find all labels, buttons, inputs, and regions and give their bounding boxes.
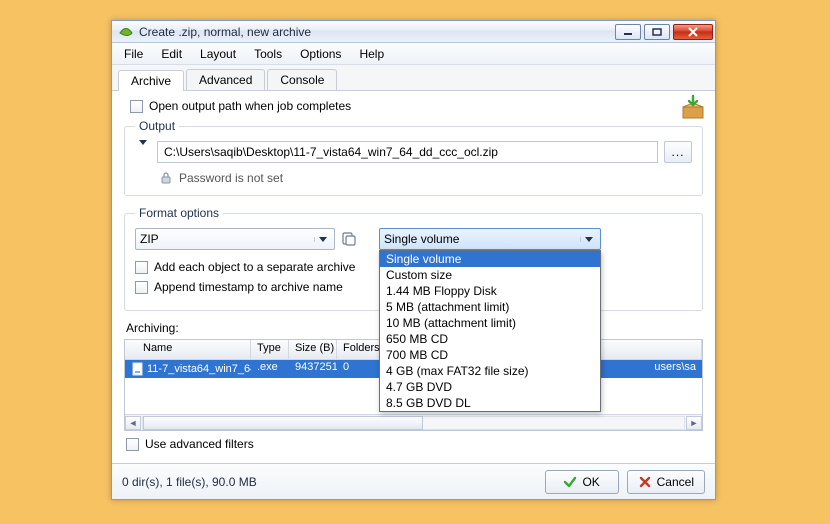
minimize-button[interactable]: [615, 24, 641, 40]
tabs: Archive Advanced Console: [112, 65, 715, 91]
volume-combo-dropdown-icon: [580, 237, 596, 242]
menubar: File Edit Layout Tools Options Help: [112, 43, 715, 65]
scroll-right-icon[interactable]: ►: [686, 416, 702, 430]
archive-icon: [679, 93, 707, 121]
tab-console[interactable]: Console: [267, 69, 337, 90]
adv-filters-checkbox[interactable]: [126, 438, 139, 451]
password-text: Password is not set: [179, 171, 283, 185]
volume-combo[interactable]: Single volume: [379, 228, 601, 250]
tab-archive[interactable]: Archive: [118, 70, 184, 91]
output-collapse-icon[interactable]: [135, 145, 151, 159]
output-legend: Output: [135, 119, 179, 133]
check-icon: [563, 475, 577, 489]
client-area: Open output path when job completes Outp…: [112, 91, 715, 463]
adv-filters-row[interactable]: Use advanced filters: [124, 437, 703, 451]
chk-append-ts-row[interactable]: Append timestamp to archive name: [135, 280, 365, 294]
format-info-icon[interactable]: [341, 231, 357, 247]
menu-layout[interactable]: Layout: [192, 45, 244, 63]
footer: 0 dir(s), 1 file(s), 90.0 MB OK Cancel: [112, 463, 715, 499]
adv-filters-label: Use advanced filters: [145, 437, 254, 451]
format-group: Format options ZIP: [124, 206, 703, 311]
volume-value: Single volume: [384, 232, 459, 246]
volume-option[interactable]: 700 MB CD: [380, 347, 600, 363]
volume-option[interactable]: 10 MB (attachment limit): [380, 315, 600, 331]
menu-edit[interactable]: Edit: [153, 45, 190, 63]
volume-option[interactable]: Single volume: [380, 251, 600, 267]
output-path-text: C:\Users\saqib\Desktop\11-7_vista64_win7…: [164, 145, 498, 159]
format-combo-dropdown-icon: [314, 237, 330, 242]
volume-option[interactable]: 1.44 MB Floppy Disk: [380, 283, 600, 299]
scroll-left-icon[interactable]: ◄: [125, 416, 141, 430]
browse-button[interactable]: ...: [664, 141, 692, 163]
volume-option[interactable]: 4.7 GB DVD: [380, 379, 600, 395]
ok-label: OK: [582, 475, 599, 489]
menu-options[interactable]: Options: [292, 45, 349, 63]
format-value: ZIP: [140, 232, 159, 246]
scroll-track[interactable]: [142, 416, 685, 430]
close-button[interactable]: [673, 24, 713, 40]
chk-add-each-label: Add each object to a separate archive: [154, 260, 355, 274]
window-title: Create .zip, normal, new archive: [139, 25, 615, 39]
row-name: 11-7_vista64_win7_64_d: [147, 363, 251, 375]
maximize-button[interactable]: [644, 24, 670, 40]
open-output-checkbox[interactable]: [130, 100, 143, 113]
scroll-thumb[interactable]: [143, 416, 423, 430]
menu-help[interactable]: Help: [351, 45, 392, 63]
output-group: Output C:\Users\saqib\Desktop\11-7_vista…: [124, 119, 703, 196]
volume-option[interactable]: 8.5 GB DVD DL: [380, 395, 600, 411]
chk-append-ts-label: Append timestamp to archive name: [154, 280, 343, 294]
chk-add-each[interactable]: [135, 261, 148, 274]
password-row[interactable]: Password is not set: [135, 171, 692, 185]
listview-scrollbar[interactable]: ◄ ►: [125, 414, 702, 430]
app-icon: [118, 24, 134, 40]
menu-file[interactable]: File: [116, 45, 151, 63]
app-window: Create .zip, normal, new archive File Ed…: [111, 20, 716, 500]
hdr-type[interactable]: Type: [251, 340, 289, 359]
row-folders: 0: [337, 360, 383, 378]
open-output-row[interactable]: Open output path when job completes: [130, 99, 703, 113]
volume-option[interactable]: 650 MB CD: [380, 331, 600, 347]
volume-option[interactable]: 5 MB (attachment limit): [380, 299, 600, 315]
menu-tools[interactable]: Tools: [246, 45, 290, 63]
volume-option[interactable]: Custom size: [380, 267, 600, 283]
open-output-label: Open output path when job completes: [149, 99, 351, 113]
status-text: 0 dir(s), 1 file(s), 90.0 MB: [122, 475, 537, 489]
output-path-input[interactable]: C:\Users\saqib\Desktop\11-7_vista64_win7…: [157, 141, 658, 163]
lock-icon: [159, 171, 173, 185]
row-size: 94372512: [289, 360, 337, 378]
chk-add-each-row[interactable]: Add each object to a separate archive: [135, 260, 365, 274]
format-combo[interactable]: ZIP: [135, 228, 335, 250]
chk-append-ts[interactable]: [135, 281, 148, 294]
tab-advanced[interactable]: Advanced: [186, 69, 265, 90]
hdr-size[interactable]: Size (B): [289, 340, 337, 359]
browse-label: ...: [671, 145, 684, 159]
cancel-label: Cancel: [657, 475, 694, 489]
cancel-icon: [638, 475, 652, 489]
file-icon: [131, 362, 145, 376]
cancel-button[interactable]: Cancel: [627, 470, 705, 494]
volume-dropdown-list[interactable]: Single volumeCustom size1.44 MB Floppy D…: [379, 250, 601, 412]
hdr-folders[interactable]: Folders: [337, 340, 383, 359]
format-legend: Format options: [135, 206, 223, 220]
volume-option[interactable]: 4 GB (max FAT32 file size): [380, 363, 600, 379]
titlebar[interactable]: Create .zip, normal, new archive: [112, 21, 715, 43]
hdr-name[interactable]: Name: [125, 340, 251, 359]
ok-button[interactable]: OK: [545, 470, 619, 494]
row-type: .exe: [251, 360, 289, 378]
